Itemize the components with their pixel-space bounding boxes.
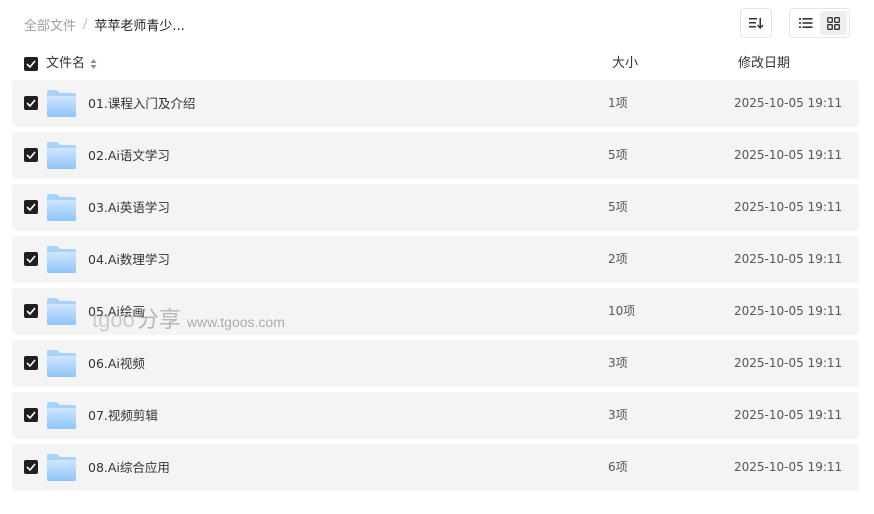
list-view-button[interactable]	[792, 11, 819, 35]
table-row[interactable]: 05.Ai绘画 10项 2025-10-05 19:11	[12, 288, 859, 335]
check-icon	[26, 463, 36, 471]
folder-icon	[47, 298, 76, 325]
file-name[interactable]: 02.Ai语文学习	[88, 132, 170, 179]
table-row[interactable]: 06.Ai视频 3项 2025-10-05 19:11	[12, 340, 859, 387]
file-modified-date: 2025-10-05 19:11	[734, 148, 843, 162]
row-checkbox[interactable]	[24, 356, 38, 370]
check-icon	[26, 307, 36, 315]
date-column-header: 修改日期	[738, 56, 791, 71]
row-checkbox[interactable]	[24, 148, 38, 162]
list-view-icon	[798, 18, 812, 28]
folder-icon	[47, 246, 76, 273]
file-modified-date: 2025-10-05 19:11	[734, 356, 843, 370]
row-checkbox[interactable]	[24, 304, 38, 318]
folder-icon	[47, 194, 76, 221]
breadcrumb-separator: /	[83, 16, 88, 32]
file-size: 5项	[608, 148, 628, 162]
sort-button[interactable]	[740, 8, 772, 38]
folder-icon	[47, 454, 76, 481]
file-size: 6项	[608, 460, 628, 474]
view-mode-switch	[789, 8, 850, 38]
file-name[interactable]: 08.Ai综合应用	[88, 444, 170, 491]
table-row[interactable]: 02.Ai语文学习 5项 2025-10-05 19:11	[12, 132, 859, 179]
file-name[interactable]: 06.Ai视频	[88, 340, 145, 387]
file-size: 5项	[608, 200, 628, 214]
file-name[interactable]: 03.Ai英语学习	[88, 184, 170, 231]
row-checkbox[interactable]	[24, 460, 38, 474]
name-column-header[interactable]: 文件名	[46, 52, 97, 76]
file-modified-date: 2025-10-05 19:11	[734, 200, 843, 214]
file-name[interactable]: 04.Ai数理学习	[88, 236, 170, 283]
folder-icon	[47, 350, 76, 377]
row-checkbox[interactable]	[24, 200, 38, 214]
check-icon	[26, 60, 36, 68]
file-modified-date: 2025-10-05 19:11	[734, 96, 843, 110]
sort-caret-icon	[90, 58, 97, 70]
file-modified-date: 2025-10-05 19:11	[734, 408, 843, 422]
check-icon	[26, 151, 36, 159]
file-size: 3项	[608, 408, 628, 422]
sort-icon	[749, 18, 764, 30]
grid-view-button[interactable]	[820, 11, 847, 35]
file-size: 1项	[608, 96, 628, 110]
file-size: 2项	[608, 252, 628, 266]
row-checkbox[interactable]	[24, 96, 38, 110]
breadcrumb-current-folder: 苹苹老师青少...	[94, 18, 185, 34]
file-modified-date: 2025-10-05 19:11	[734, 460, 843, 474]
folder-icon	[47, 142, 76, 169]
row-checkbox[interactable]	[24, 408, 38, 422]
file-name[interactable]: 01.课程入门及介绍	[88, 80, 195, 127]
file-modified-date: 2025-10-05 19:11	[734, 252, 843, 266]
table-header: 文件名 大小 修改日期	[12, 52, 859, 76]
table-row[interactable]: 01.课程入门及介绍 1项 2025-10-05 19:11	[12, 80, 859, 127]
file-size: 3项	[608, 356, 628, 370]
check-icon	[26, 411, 36, 419]
check-icon	[26, 99, 36, 107]
grid-view-icon	[827, 16, 840, 30]
folder-icon	[47, 402, 76, 429]
size-column-header: 大小	[612, 56, 639, 71]
file-size: 10项	[608, 304, 636, 318]
check-icon	[26, 359, 36, 367]
folder-icon	[47, 90, 76, 117]
breadcrumb: 全部文件 / 苹苹老师青少...	[24, 14, 185, 34]
breadcrumb-root-link[interactable]: 全部文件	[24, 15, 76, 34]
select-all-checkbox[interactable]	[24, 57, 38, 71]
check-icon	[26, 255, 36, 263]
name-column-label: 文件名	[46, 56, 86, 71]
table-row[interactable]: 03.Ai英语学习 5项 2025-10-05 19:11	[12, 184, 859, 231]
table-row[interactable]: 07.视频剪辑 3项 2025-10-05 19:11	[12, 392, 859, 439]
table-row[interactable]: 04.Ai数理学习 2项 2025-10-05 19:11	[12, 236, 859, 283]
row-checkbox[interactable]	[24, 252, 38, 266]
table-row[interactable]: 08.Ai综合应用 6项 2025-10-05 19:11	[12, 444, 859, 491]
file-name[interactable]: 05.Ai绘画	[88, 288, 145, 335]
file-modified-date: 2025-10-05 19:11	[734, 304, 843, 318]
check-icon	[26, 203, 36, 211]
file-name[interactable]: 07.视频剪辑	[88, 392, 158, 439]
